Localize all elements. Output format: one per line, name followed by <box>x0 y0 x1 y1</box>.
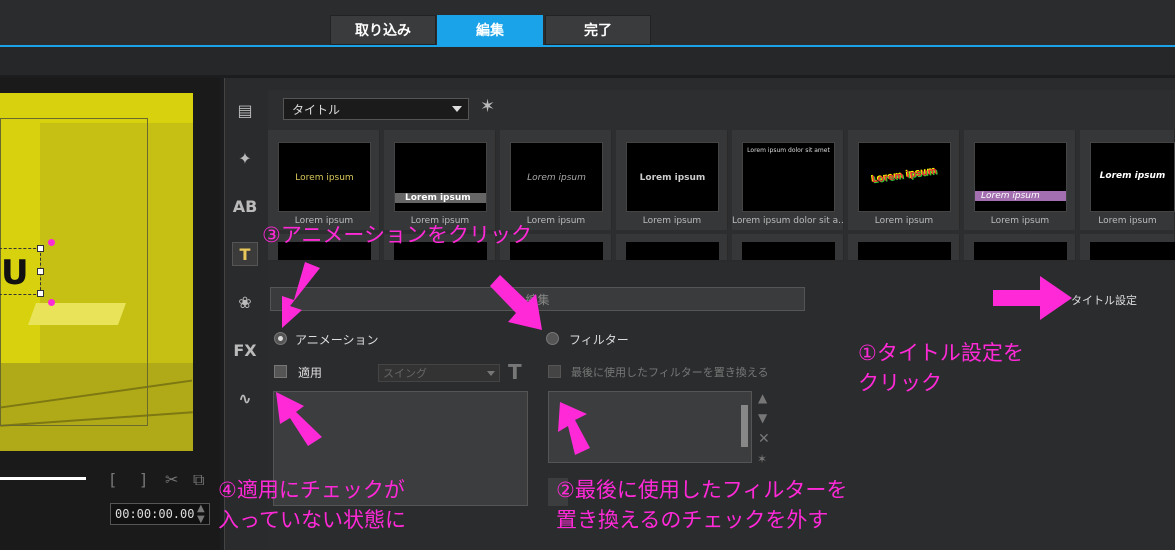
annotation-3: ③アニメーションをクリック <box>262 223 532 247</box>
annotation-4: ④適用にチェックが 入っていない状態に <box>218 475 406 535</box>
arrow-title-settings <box>993 276 1072 320</box>
annotation-text: ②最後に使用したフィルターを <box>556 478 848 502</box>
arrow-apply <box>276 392 322 446</box>
annotation-1: ①タイトル設定を クリック <box>858 338 1024 398</box>
annotation-text: ④適用にチェックが <box>218 478 405 502</box>
annotation-text: 入っていない状態に <box>218 508 406 532</box>
annotation-text: 置き換えるのチェックを外す <box>556 508 829 532</box>
annotation-2: ②最後に使用したフィルターを 置き換えるのチェックを外す <box>556 475 847 535</box>
arrow-filter <box>490 275 542 330</box>
arrow-animation <box>282 262 320 328</box>
arrow-replace <box>558 402 590 455</box>
annotation-arrows <box>276 262 1072 455</box>
annotation-text: ①タイトル設定を <box>858 341 1024 365</box>
annotation-text: クリック <box>858 371 942 395</box>
